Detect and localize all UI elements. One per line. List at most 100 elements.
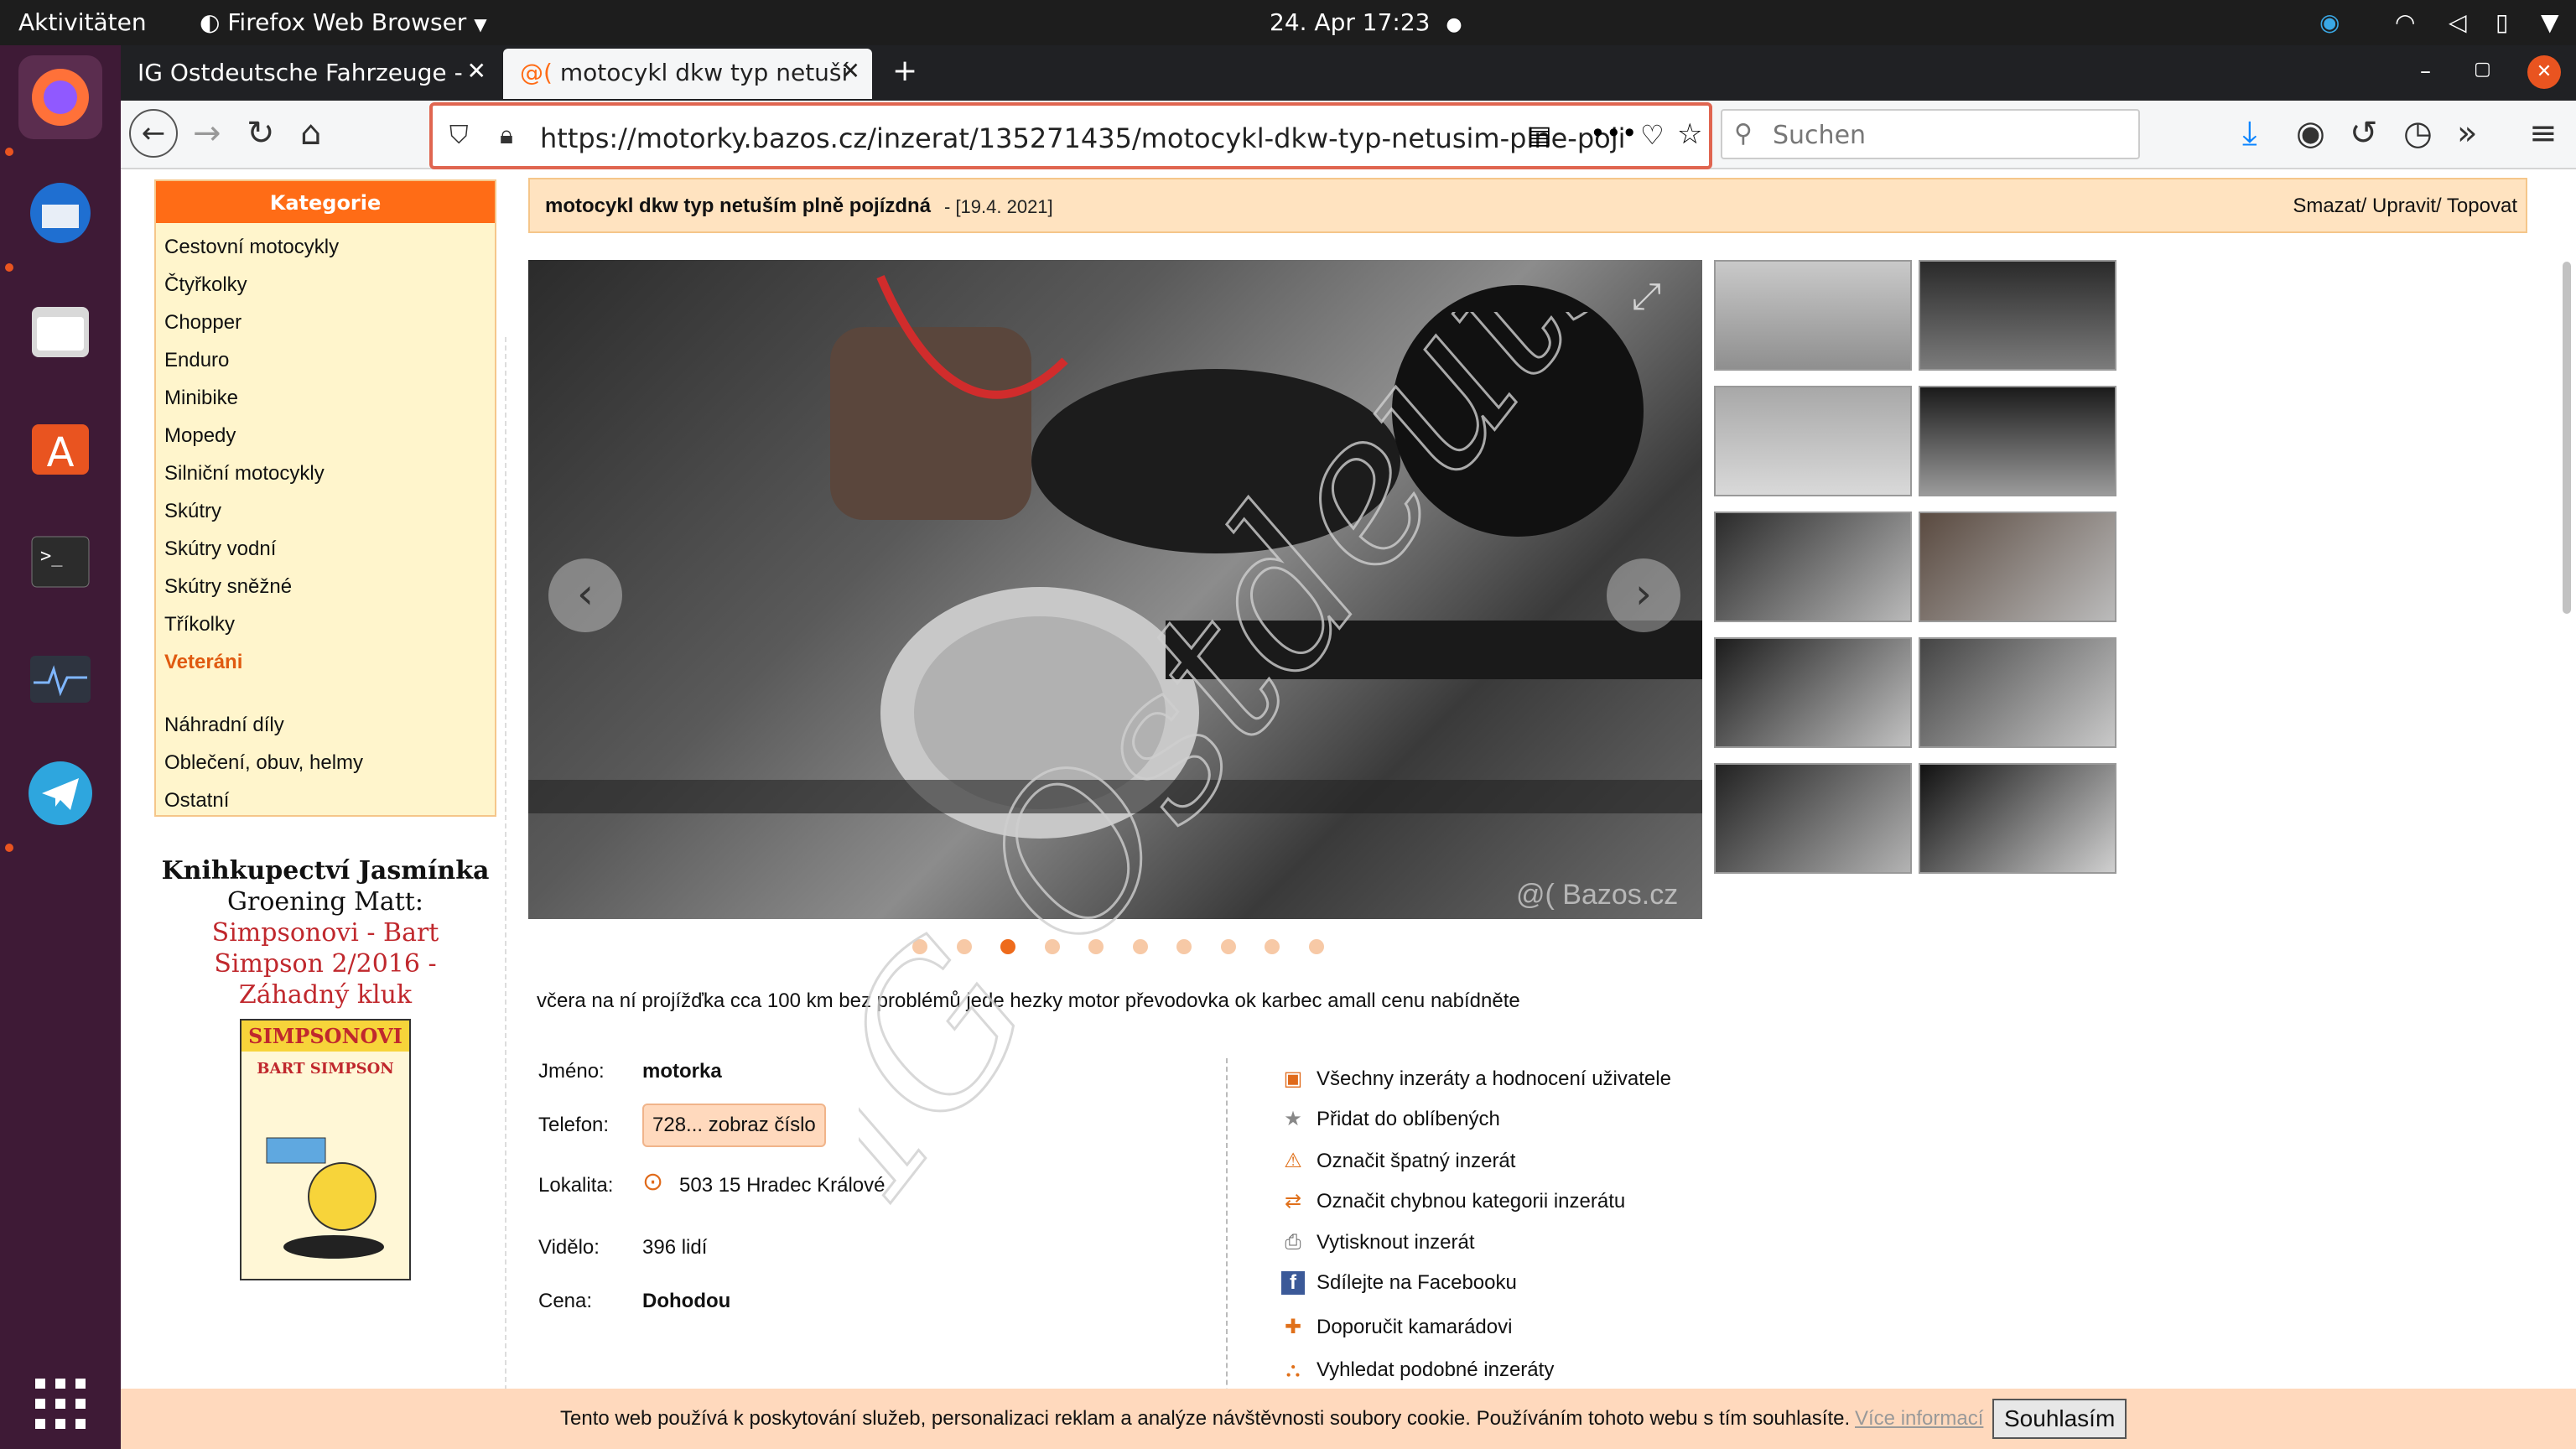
chevron-down-icon: ▼ (474, 14, 487, 34)
system-monitor-launcher[interactable] (18, 636, 102, 719)
window-close-icon[interactable]: ✕ (2527, 55, 2561, 89)
svg-text:>_: >_ (40, 546, 63, 567)
activities-button[interactable]: Aktivitäten (18, 8, 147, 36)
thunderbird-launcher[interactable] (18, 171, 102, 255)
listing-header: motocykl dkw typ netuším plně pojízdná -… (528, 178, 2527, 233)
reload-icon[interactable]: ↻ (247, 114, 275, 153)
recommend-friend-link[interactable]: ✚ Doporučit kamarádovi (1276, 1315, 1513, 1339)
pocket-icon[interactable]: ♡ (1640, 119, 1665, 151)
show-phone-button[interactable]: 728... zobraz číslo (642, 1104, 826, 1147)
account-icon[interactable]: ◉ (2296, 114, 2325, 153)
tab-ig-ostdeutsche[interactable]: IG Ostdeutsche Fahrzeuge - ✕ (121, 49, 498, 99)
search-icon: ⚲ (1734, 119, 1753, 148)
firefox-launcher[interactable] (18, 55, 102, 139)
terminal-icon: >_ (31, 536, 90, 588)
previous-photo-icon[interactable]: ‹ (548, 558, 622, 632)
telegram-icon (29, 761, 92, 825)
category-spacer (156, 681, 495, 706)
back-icon[interactable]: ← (129, 109, 178, 158)
system-menu-icon[interactable]: ▼ (2541, 8, 2559, 36)
lock-icon[interactable]: 🔒︎ (500, 121, 513, 150)
vertical-scrollbar[interactable] (2563, 262, 2571, 614)
show-apps-button[interactable] (18, 1362, 102, 1446)
history-icon[interactable]: ↺ (2350, 114, 2378, 153)
map-search-icon[interactable]: ⊙ (642, 1167, 663, 1197)
location-label: Lokalita: (538, 1174, 614, 1197)
close-icon[interactable]: ✕ (467, 57, 486, 85)
telegram-launcher[interactable] (18, 751, 102, 835)
new-tab-button[interactable]: + (875, 49, 926, 99)
category-link[interactable]: Skútry (156, 492, 495, 530)
firefox-icon: ◐ (200, 8, 221, 36)
home-icon[interactable]: ⌂ (300, 114, 321, 153)
tab-motocykl[interactable]: @( motocykl dkw typ netuší ✕ (503, 49, 872, 99)
listing-date: - [19.4. 2021] (944, 196, 1053, 217)
dock: A >_ (0, 45, 121, 1449)
app-menu[interactable]: ◐ Firefox Web Browser ▼ (200, 8, 487, 36)
files-launcher[interactable] (18, 288, 102, 372)
firefox-icon (32, 69, 89, 126)
listing-title: motocykl dkw typ netuším plně pojízdná (545, 195, 932, 217)
category-link[interactable]: Minibike (156, 379, 495, 417)
minimize-icon[interactable]: – (2420, 59, 2431, 84)
promo-book-title[interactable]: Simpsonovi - Bart Simpson 2/2016 - Záhad… (154, 917, 496, 1010)
battery-icon[interactable]: ▯ (2496, 8, 2508, 36)
cookie-consent-bar: Tento web používá k poskytování služeb, … (121, 1389, 2576, 1449)
terminal-launcher[interactable]: >_ (18, 520, 102, 604)
overflow-chevron-icon[interactable]: » (2457, 114, 2477, 153)
running-indicator (5, 263, 13, 272)
volume-icon[interactable]: ◁ (2449, 8, 2467, 36)
watermark-text: IG Ostdeutsche Fahrzeuge (859, 312, 1966, 1233)
category-link[interactable]: Chopper (156, 304, 495, 341)
location-value[interactable]: 503 15 Hradec Králové (679, 1174, 885, 1197)
category-link[interactable]: Tříkolky (156, 605, 495, 643)
category-link[interactable]: Skútry sněžné (156, 568, 495, 605)
similar-listings-link[interactable]: ⛬ Vyhledat podobné inzeráty (1276, 1358, 1555, 1382)
bazos-favicon-icon: @( (520, 59, 553, 86)
download-icon[interactable]: ⤓ (2242, 114, 2257, 153)
software-launcher[interactable]: A (18, 404, 102, 488)
forward-icon[interactable]: → (193, 114, 221, 153)
bart-illustration (266, 1137, 384, 1259)
category-link[interactable]: Enduro (156, 341, 495, 379)
page-content: Kategorie Cestovní motocykly Čtyřkolky C… (121, 169, 2576, 1449)
close-icon[interactable]: ✕ (841, 57, 860, 85)
app-grid-icon (35, 1379, 86, 1429)
search-bar[interactable]: ⚲ Suchen (1721, 109, 2140, 159)
category-heading: Kategorie (156, 181, 495, 223)
clock-icon[interactable]: ◷ (2403, 114, 2433, 153)
cover-subtitle: BART SIMPSON (257, 1060, 394, 1078)
folder-icon (32, 307, 89, 357)
telegram-tray-icon[interactable]: ◉ (2319, 8, 2340, 36)
cookie-more-link[interactable]: Více informací (1855, 1407, 1983, 1431)
category-link[interactable]: Mopedy (156, 417, 495, 454)
category-link[interactable]: Oblečení, obuv, helmy (156, 744, 495, 782)
shield-icon[interactable]: ⛉ (449, 121, 469, 150)
category-link[interactable]: Cestovní motocykly (156, 228, 495, 266)
category-link[interactable]: Náhradní díly (156, 706, 495, 744)
cookie-accept-button[interactable]: Souhlasím (1992, 1399, 2127, 1439)
views-label: Vidělo: (538, 1236, 600, 1259)
running-indicator (5, 148, 13, 156)
url-bar[interactable]: ⛉ 🔒︎ https://motorky.bazos.cz/inzerat/13… (429, 102, 1712, 169)
category-link[interactable]: Čtyřkolky (156, 266, 495, 304)
maximize-icon[interactable]: ▢ (2474, 59, 2491, 80)
clock[interactable]: 24. Apr 17:23 ● (1270, 8, 1462, 36)
hamburger-menu-icon[interactable]: ≡ (2529, 114, 2558, 153)
category-link[interactable]: Silniční motocykly (156, 454, 495, 492)
category-link-selected[interactable]: Veteráni (156, 643, 495, 681)
thunderbird-icon (30, 183, 91, 243)
page-actions-icon[interactable]: ••• (1590, 117, 1638, 149)
category-link[interactable]: Ostatní (156, 782, 495, 819)
listing-admin-links[interactable]: Smazat/ Upravit/ Topovat (2293, 195, 2517, 218)
activity-monitor-icon (30, 656, 91, 703)
bookmark-star-icon[interactable]: ☆ (1677, 117, 1702, 151)
category-link[interactable]: Skútry vodní (156, 530, 495, 568)
wifi-icon[interactable]: ◠ (2395, 8, 2415, 36)
reader-view-icon[interactable]: ▤ (1528, 121, 1551, 150)
book-promo[interactable]: Knihkupectví Jasmínka Groening Matt: Sim… (154, 855, 496, 1280)
book-cover[interactable]: SIMPSONOVI BART SIMPSON (240, 1019, 411, 1280)
name-value[interactable]: motorka (642, 1060, 722, 1083)
promo-shop: Knihkupectví Jasmínka (161, 856, 490, 886)
category-sidebar: Kategorie Cestovní motocykly Čtyřkolky C… (154, 179, 496, 817)
